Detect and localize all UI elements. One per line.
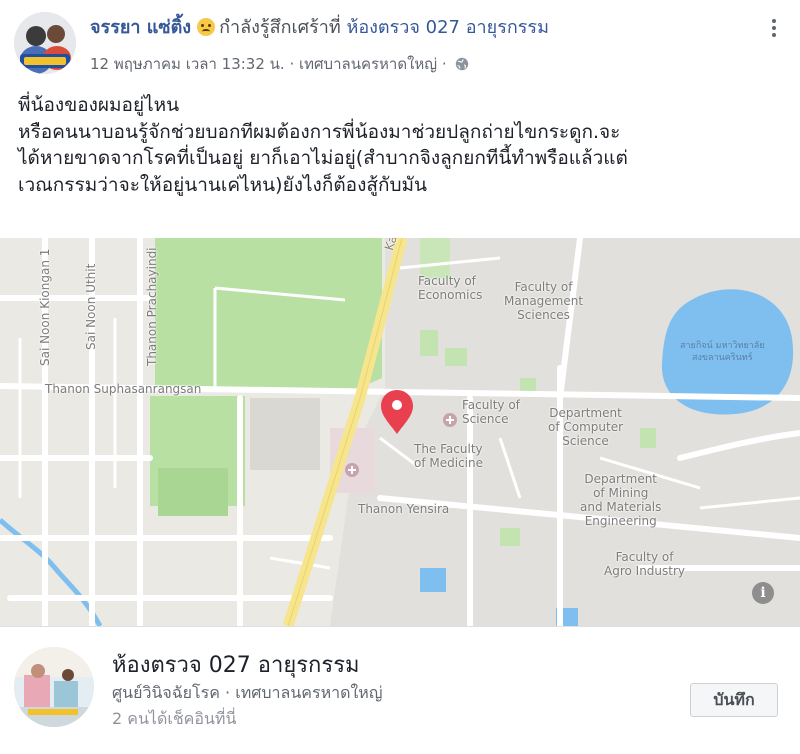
avatar-image — [14, 12, 76, 74]
map-label-road: Sai Noon Uthit — [84, 263, 98, 350]
place-card: ห้องตรวจ 027 อายุรกรรม ศูนย์วินิจฉัยโรค … — [0, 626, 800, 754]
author-name[interactable]: จรรยา แซ่ติ้ง — [90, 17, 191, 38]
post-meta: 12 พฤษภาคม เวลา 13:32 น. · เทศบาลนครหาดใ… — [90, 52, 469, 76]
author-line: จรรยา แซ่ติ้ง กำลังรู้สึกเศร้าที่ ห้องตรว… — [90, 12, 549, 41]
post-timestamp[interactable]: 12 พฤษภาคม เวลา 13:32 น. — [90, 55, 285, 73]
post-text-line: ได้หายขาดจากโรคที่เป็นอยู่ ยาก็เอาไม่อยู… — [18, 147, 628, 169]
map-label-road: Thanon Suphasanrangsan — [45, 382, 202, 396]
place-location[interactable]: เทศบาลนครหาดใหญ่ — [235, 683, 382, 702]
park-area — [158, 468, 228, 516]
feeling-text: กำลังรู้สึกเศร้าที่ — [219, 17, 341, 38]
place-thumbnail-image — [14, 647, 94, 727]
map-label-road: Thanon Yensira — [358, 502, 450, 516]
map-label-lake: สายกิจน์ มหาวิทยาลัย สงขลานครินทร์ — [680, 341, 765, 363]
save-button[interactable]: บันทึก — [690, 683, 778, 717]
place-category-line: ศูนย์วินิจฉัยโรค · เทศบาลนครหาดใหญ่ — [112, 681, 382, 706]
map-label-faculty: Faculty of Economics — [418, 274, 483, 302]
meta-separator: · — [441, 55, 447, 73]
map-label-faculty: Faculty of Management Sciences — [504, 280, 584, 322]
post-text-line: พี่น้องของผมอยู่ไหน — [18, 94, 180, 116]
post-body: พี่น้องของผมอยู่ไหน หรือคนนาบอนรู้จักช่ว… — [18, 92, 788, 198]
post-text-line: เวณกรรมว่าจะให้อยู่นานเค่ไหน)ยังไงก็ต้อง… — [18, 173, 428, 196]
place-name[interactable]: ห้องตรวจ 027 อายุรกรรม — [112, 647, 360, 682]
map-label-road: Sai Noon Kiongan 1 — [38, 248, 52, 366]
post-text-line: หรือคนนาบอนรู้จักช่วยบอกทีผมต้องการพี่น้… — [18, 120, 621, 143]
map-label-road: Thanon Prachayindi — [145, 247, 159, 366]
map-label-department: Department of Computer Science — [548, 406, 624, 448]
place-checkins: 2 คนได้เช็คอินที่นี่ — [112, 709, 237, 728]
meta-separator: · — [289, 55, 295, 73]
map-label-faculty: The Faculty of Medicine — [414, 442, 483, 470]
post-location[interactable]: เทศบาลนครหาดใหญ่ — [299, 55, 437, 73]
place-link[interactable]: ห้องตรวจ 027 อายุรกรรม — [346, 17, 549, 38]
sad-face-icon — [197, 18, 216, 36]
post-header: จรรยา แซ่ติ้ง กำลังรู้สึกเศร้าที่ ห้องตรว… — [0, 0, 800, 84]
place-category[interactable]: ศูนย์วินิจฉัยโรค — [112, 683, 220, 702]
park-area — [155, 238, 382, 390]
info-icon[interactable]: i — [752, 582, 774, 604]
more-options-icon[interactable] — [764, 14, 784, 42]
map-label-department: Department of Mining and Materials Engin… — [580, 472, 662, 528]
author-avatar[interactable] — [14, 12, 76, 74]
globe-icon[interactable] — [455, 57, 469, 71]
meta-separator: · — [225, 683, 231, 702]
map-label-faculty: Faculty of Science — [462, 398, 520, 426]
place-thumbnail[interactable] — [14, 647, 94, 727]
location-map[interactable]: Karnjanavanit R Thanon Suphasanrangsan T… — [0, 238, 800, 626]
map-label-faculty: Faculty of Agro Industry — [604, 550, 686, 578]
